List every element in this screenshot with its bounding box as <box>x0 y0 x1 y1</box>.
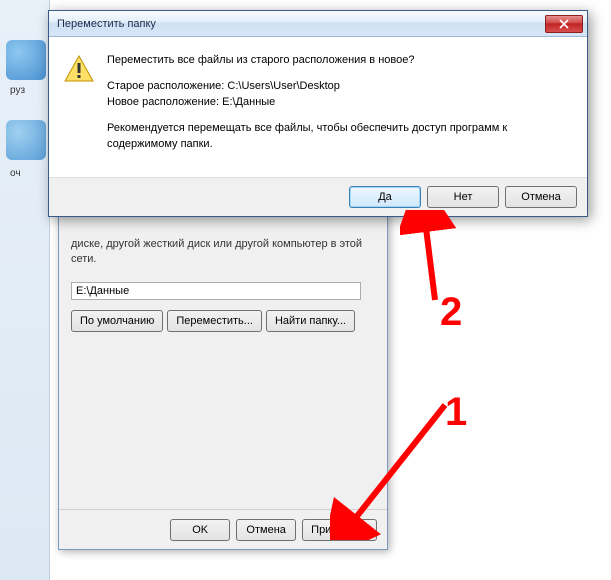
messagebox-question: Переместить все файлы из старого располо… <box>107 53 573 69</box>
desktop-icon <box>6 120 46 160</box>
no-button[interactable]: Нет <box>427 186 499 208</box>
desktop-label: оч <box>10 168 21 179</box>
move-button[interactable]: Переместить... <box>167 310 262 332</box>
default-button[interactable]: По умолчанию <box>71 310 163 332</box>
find-folder-button[interactable]: Найти папку... <box>266 310 355 332</box>
apply-button[interactable]: Применить <box>302 519 377 541</box>
annotation-number-2: 2 <box>440 290 462 335</box>
annotation-number-1: 1 <box>445 390 467 435</box>
cancel-button[interactable]: Отмена <box>236 519 296 541</box>
desktop-label: руз <box>10 85 25 96</box>
messagebox-title: Переместить папку <box>57 18 545 30</box>
desktop-icon <box>6 40 46 80</box>
messagebox-titlebar[interactable]: Переместить папку <box>49 11 587 37</box>
old-location-text: Старое расположение: C:\Users\User\Deskt… <box>107 80 340 92</box>
move-folder-messagebox: Переместить папку Переместить все файлы … <box>48 10 588 217</box>
warning-icon <box>63 53 95 85</box>
new-location-text: Новое расположение: E:\Данные <box>107 96 275 108</box>
recommendation-text: Рекомендуется перемещать все файлы, чтоб… <box>107 121 573 153</box>
desktop-background: руз оч <box>0 0 50 580</box>
close-button[interactable] <box>545 15 583 33</box>
properties-help-text: диске, другой жесткий диск или другой ко… <box>71 237 375 268</box>
location-path-input[interactable] <box>71 282 361 300</box>
dialog-cancel-button[interactable]: Отмена <box>505 186 577 208</box>
ok-button[interactable]: OK <box>170 519 230 541</box>
close-icon <box>559 19 569 29</box>
yes-button[interactable]: Да <box>349 186 421 208</box>
messagebox-content: Переместить все файлы из старого располо… <box>107 53 573 163</box>
